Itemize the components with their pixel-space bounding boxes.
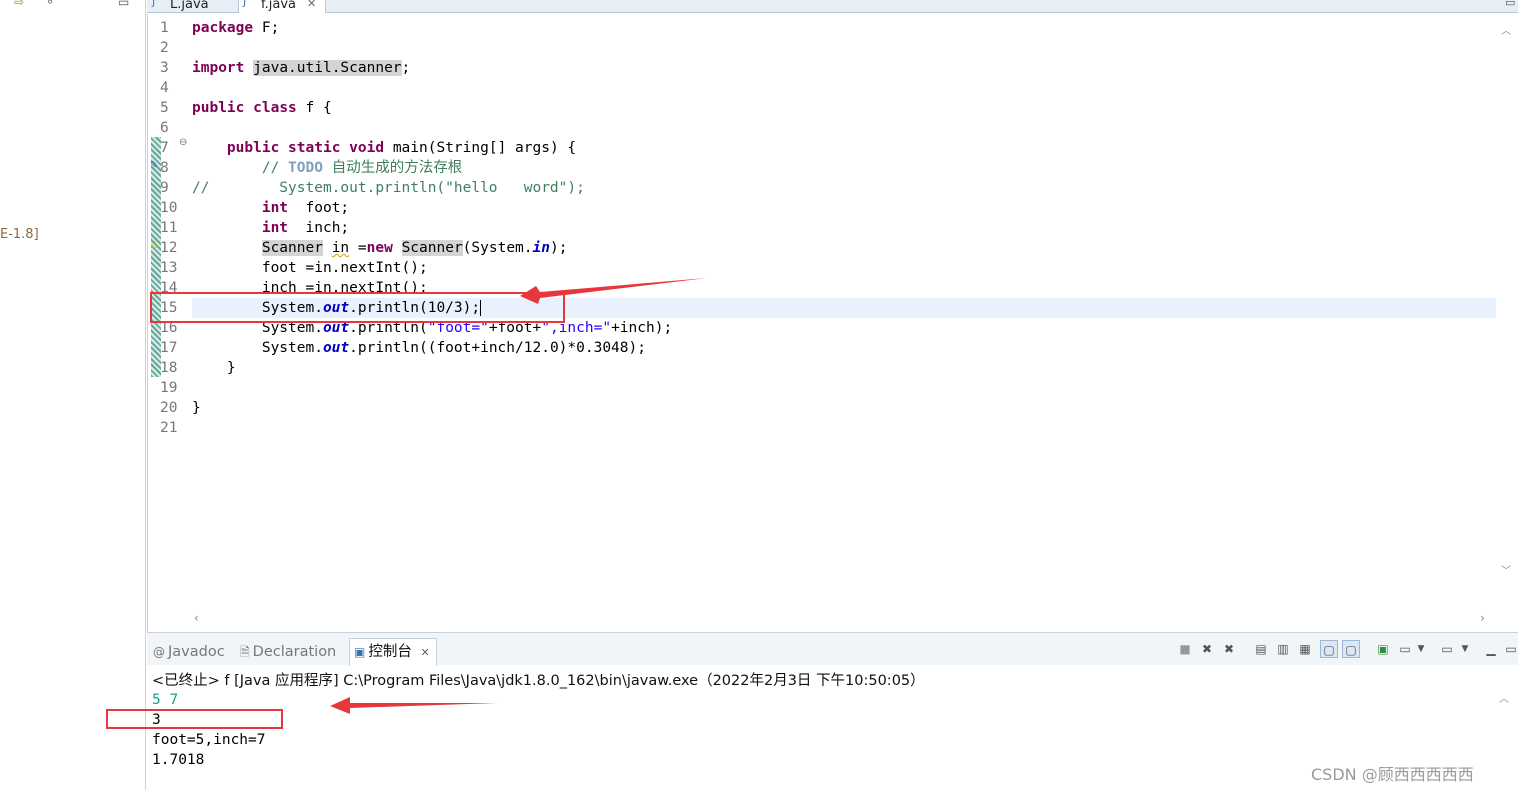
code-lines[interactable]: package F; import java.util.Scanner; pub…	[192, 18, 1496, 438]
line-number: 10	[160, 200, 178, 216]
line-number: 20	[160, 400, 178, 416]
code-line-8[interactable]: // TODO 自动生成的方法存根	[192, 158, 1496, 178]
code-line-5[interactable]: public class f {	[192, 98, 1496, 118]
line-number: 5	[160, 100, 169, 116]
line-number: 1	[160, 20, 169, 36]
code-line-10[interactable]: int foot;	[192, 198, 1496, 218]
editor-tab-bar	[147, 0, 1518, 13]
code-line-1[interactable]: package F;	[192, 18, 1496, 38]
maximize-icon[interactable]: ▭	[1502, 640, 1518, 658]
code-line-7[interactable]: public static void main(String[] args) {	[192, 138, 1496, 158]
minimize-icon[interactable]: ▁	[1482, 640, 1500, 658]
code-line-9[interactable]: // System.out.println("hello word");	[192, 178, 1496, 198]
java-file-icon: J	[243, 0, 247, 8]
scroll-up-icon[interactable]: ︿	[1501, 22, 1511, 37]
line-number: 17	[160, 340, 178, 356]
scroll-lock-icon[interactable]: ▥	[1274, 640, 1292, 658]
at-icon: @	[153, 645, 165, 659]
line-number-gutter: 1 2 3 4 5 6 7 8 9 10 11 12 13 14 15 16 17 18 19 20 21	[160, 18, 186, 438]
tab-label: Javadoc	[168, 644, 225, 660]
line-number: 12	[160, 240, 178, 256]
scroll-up-icon[interactable]: ︿	[1499, 690, 1509, 705]
code-line-4[interactable]	[192, 78, 1496, 98]
declaration-icon: 🗎	[240, 645, 250, 659]
annotation-box-output	[106, 709, 283, 729]
tab-f-java[interactable]: J f.java ✕	[238, 0, 326, 13]
code-line-18[interactable]: }	[192, 358, 1496, 378]
line-number: 2	[160, 40, 169, 56]
console-output[interactable]: 5 7 3 foot=5,inch=7 1.7018	[152, 690, 266, 770]
scroll-right-icon[interactable]: ›	[1480, 611, 1485, 625]
open-console-icon[interactable]: ▭	[1438, 640, 1456, 658]
line-number: 3	[160, 60, 169, 76]
line-number: 11	[160, 220, 178, 236]
line-number: 8	[160, 160, 169, 176]
line-number: 18	[160, 360, 178, 376]
tab-label: 控制台	[368, 644, 412, 660]
line-number: 13	[160, 260, 178, 276]
line-number: 21	[160, 420, 178, 436]
show-on-stderr-icon[interactable]: ▢	[1342, 640, 1360, 658]
tab-label: f.java	[261, 0, 297, 12]
minimize-icon[interactable]: ▭	[118, 0, 129, 9]
editor-horizontal-scrollbar[interactable]: ‹ ›	[190, 610, 1497, 628]
code-line-6[interactable]	[192, 118, 1496, 138]
forward-icon[interactable]: ⇨	[14, 0, 24, 9]
task-marker-icon[interactable]: ✎	[150, 160, 158, 171]
remove-all-icon[interactable]: ✖	[1220, 640, 1238, 658]
package-explorer: ⇨ ⚬ ▭ E-1.8]	[0, 0, 146, 790]
code-line-3[interactable]: import java.util.Scanner;	[192, 58, 1496, 78]
console-icon: ▣	[354, 645, 366, 659]
code-line-13[interactable]: foot =in.nextInt();	[192, 258, 1496, 278]
scroll-down-icon[interactable]: ﹀	[1501, 562, 1511, 577]
code-line-2[interactable]	[192, 38, 1496, 58]
tab-label: Declaration	[252, 644, 337, 660]
clear-console-icon[interactable]: ▤	[1252, 640, 1270, 658]
code-line-21[interactable]	[192, 418, 1496, 438]
code-line-20[interactable]: }	[192, 398, 1496, 418]
tab-label: L.java	[170, 0, 209, 12]
code-line-17[interactable]: System.out.println((foot+inch/12.0)*0.30…	[192, 338, 1496, 358]
tab-declaration[interactable]: 🗎 Declaration	[240, 642, 336, 664]
scroll-left-icon[interactable]: ‹	[194, 611, 199, 625]
tree-item-jre-fragment[interactable]: E-1.8]	[0, 227, 39, 242]
java-file-icon: J	[152, 0, 156, 8]
close-icon[interactable]: ✕	[307, 0, 316, 9]
editor-vertical-scrollbar[interactable]: ︿ ﹀	[1497, 14, 1518, 610]
tab-javadoc[interactable]: @ Javadoc	[153, 642, 225, 664]
line-number: 19	[160, 380, 178, 396]
console-process-header: <已终止> f [Java 应用程序] C:\Program Files\Jav…	[152, 673, 925, 689]
link-icon[interactable]: ⚬	[45, 0, 55, 9]
word-wrap-icon[interactable]: ▦	[1296, 640, 1314, 658]
pin-console-icon[interactable]: ▣	[1374, 640, 1392, 658]
tab-l-java[interactable]: J L.java	[148, 0, 236, 13]
watermark: CSDN @顾西西西西西	[1311, 765, 1474, 784]
console-output-line: foot=5,inch=7	[152, 732, 266, 748]
show-on-stdout-icon[interactable]: ▢	[1320, 640, 1338, 658]
tab-console[interactable]: ▣ 控制台 ✕	[349, 638, 437, 666]
chevron-down-icon[interactable]: ▼	[1412, 640, 1430, 658]
code-line-12[interactable]: Scanner in =new Scanner(System.in);	[192, 238, 1496, 258]
line-number: 6	[160, 120, 169, 136]
warning-marker-icon[interactable]: ⚠	[150, 240, 159, 251]
maximize-icon[interactable]: ▭	[1505, 0, 1515, 9]
code-line-19[interactable]	[192, 378, 1496, 398]
line-number: 4	[160, 80, 169, 96]
chevron-down-icon[interactable]: ▼	[1456, 640, 1474, 658]
console-input-line: 5 7	[152, 692, 179, 708]
annotation-box-code	[150, 292, 565, 323]
console-output-line: 1.7018	[152, 752, 205, 768]
terminate-icon[interactable]: ■	[1176, 640, 1194, 658]
remove-launch-icon[interactable]: ✖	[1198, 640, 1216, 658]
close-icon[interactable]: ✕	[420, 646, 429, 659]
line-number: 9	[160, 180, 169, 196]
code-line-11[interactable]: int inch;	[192, 218, 1496, 238]
fold-collapse-icon[interactable]: ⊖	[179, 137, 187, 148]
